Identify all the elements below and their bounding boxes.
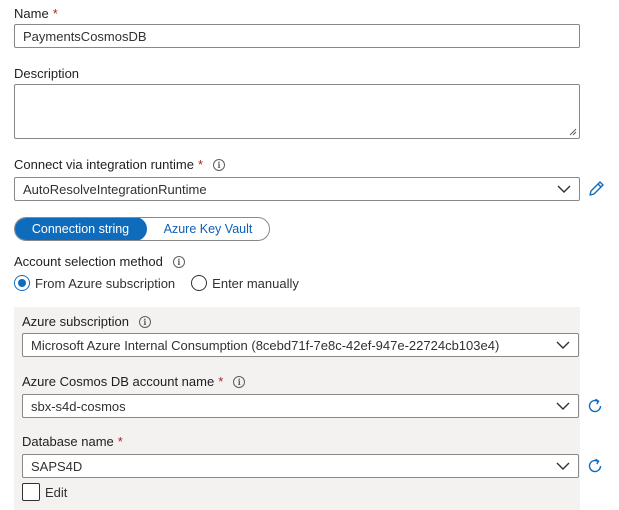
chevron-down-icon: [557, 185, 571, 193]
resize-grip-icon[interactable]: [569, 128, 577, 136]
integration-runtime-value: AutoResolveIntegrationRuntime: [23, 181, 207, 197]
cosmos-account-label-text: Azure Cosmos DB account name: [22, 374, 215, 389]
radio-indicator[interactable]: [191, 275, 208, 291]
cosmos-account-label: Azure Cosmos DB account name * i: [22, 374, 246, 389]
description-textarea[interactable]: [14, 84, 580, 139]
database-name-label: Database name *: [22, 434, 123, 449]
radio-from-azure-subscription[interactable]: From Azure subscription: [14, 275, 175, 291]
description-label: Description: [14, 66, 79, 81]
refresh-icon[interactable]: [585, 396, 605, 416]
connection-type-toggle: Connection string Azure Key Vault: [14, 217, 270, 241]
azure-subscription-select[interactable]: Microsoft Azure Internal Consumption (8c…: [22, 333, 579, 357]
info-icon[interactable]: i: [172, 255, 185, 268]
refresh-icon[interactable]: [585, 456, 605, 476]
name-label-text: Name: [14, 6, 49, 21]
description-label-text: Description: [14, 66, 80, 81]
cosmos-account-required-mark: *: [218, 374, 224, 389]
chevron-down-icon: [556, 341, 570, 349]
info-icon[interactable]: i: [233, 375, 246, 388]
integration-runtime-required-mark: *: [197, 157, 203, 172]
name-input[interactable]: PaymentsCosmosDB: [14, 24, 580, 48]
database-name-label-text: Database name: [22, 434, 114, 449]
integration-runtime-select[interactable]: AutoResolveIntegrationRuntime: [14, 177, 580, 201]
radio-label: From Azure subscription: [35, 275, 176, 291]
cosmos-account-value: sbx-s4d-cosmos: [31, 398, 126, 414]
radio-label: Enter manually: [212, 275, 299, 291]
checkbox-box[interactable]: [22, 483, 40, 501]
cosmos-account-select[interactable]: sbx-s4d-cosmos: [22, 394, 579, 418]
account-selection-label-text: Account selection method: [14, 254, 163, 269]
pencil-icon[interactable]: [587, 179, 607, 199]
database-name-select[interactable]: SAPS4D: [22, 454, 579, 478]
name-label: Name *: [14, 6, 58, 21]
chevron-down-icon: [556, 462, 570, 470]
radio-enter-manually[interactable]: Enter manually: [191, 275, 299, 291]
edit-checkbox[interactable]: Edit: [22, 483, 67, 501]
chevron-down-icon: [556, 402, 570, 410]
azure-subscription-label-text: Azure subscription: [22, 314, 129, 329]
database-name-required-mark: *: [117, 434, 123, 449]
account-selection-radio-group: From Azure subscription Enter manually: [14, 275, 315, 291]
account-selection-label: Account selection method i: [14, 254, 185, 269]
name-required-mark: *: [52, 6, 58, 21]
info-icon[interactable]: i: [138, 315, 151, 328]
azure-subscription-label: Azure subscription i: [22, 314, 151, 329]
azure-key-vault-option[interactable]: Azure Key Vault: [147, 218, 269, 240]
name-input-value: PaymentsCosmosDB: [23, 28, 147, 44]
info-icon[interactable]: i: [213, 158, 225, 171]
edit-checkbox-label: Edit: [45, 484, 68, 500]
integration-runtime-label: Connect via integration runtime * i: [14, 157, 225, 172]
azure-subscription-value: Microsoft Azure Internal Consumption (8c…: [31, 337, 500, 353]
integration-runtime-label-text: Connect via integration runtime: [14, 157, 194, 172]
radio-selected-indicator[interactable]: [14, 275, 30, 291]
connection-string-option[interactable]: Connection string: [15, 218, 147, 240]
database-name-value: SAPS4D: [31, 458, 83, 474]
